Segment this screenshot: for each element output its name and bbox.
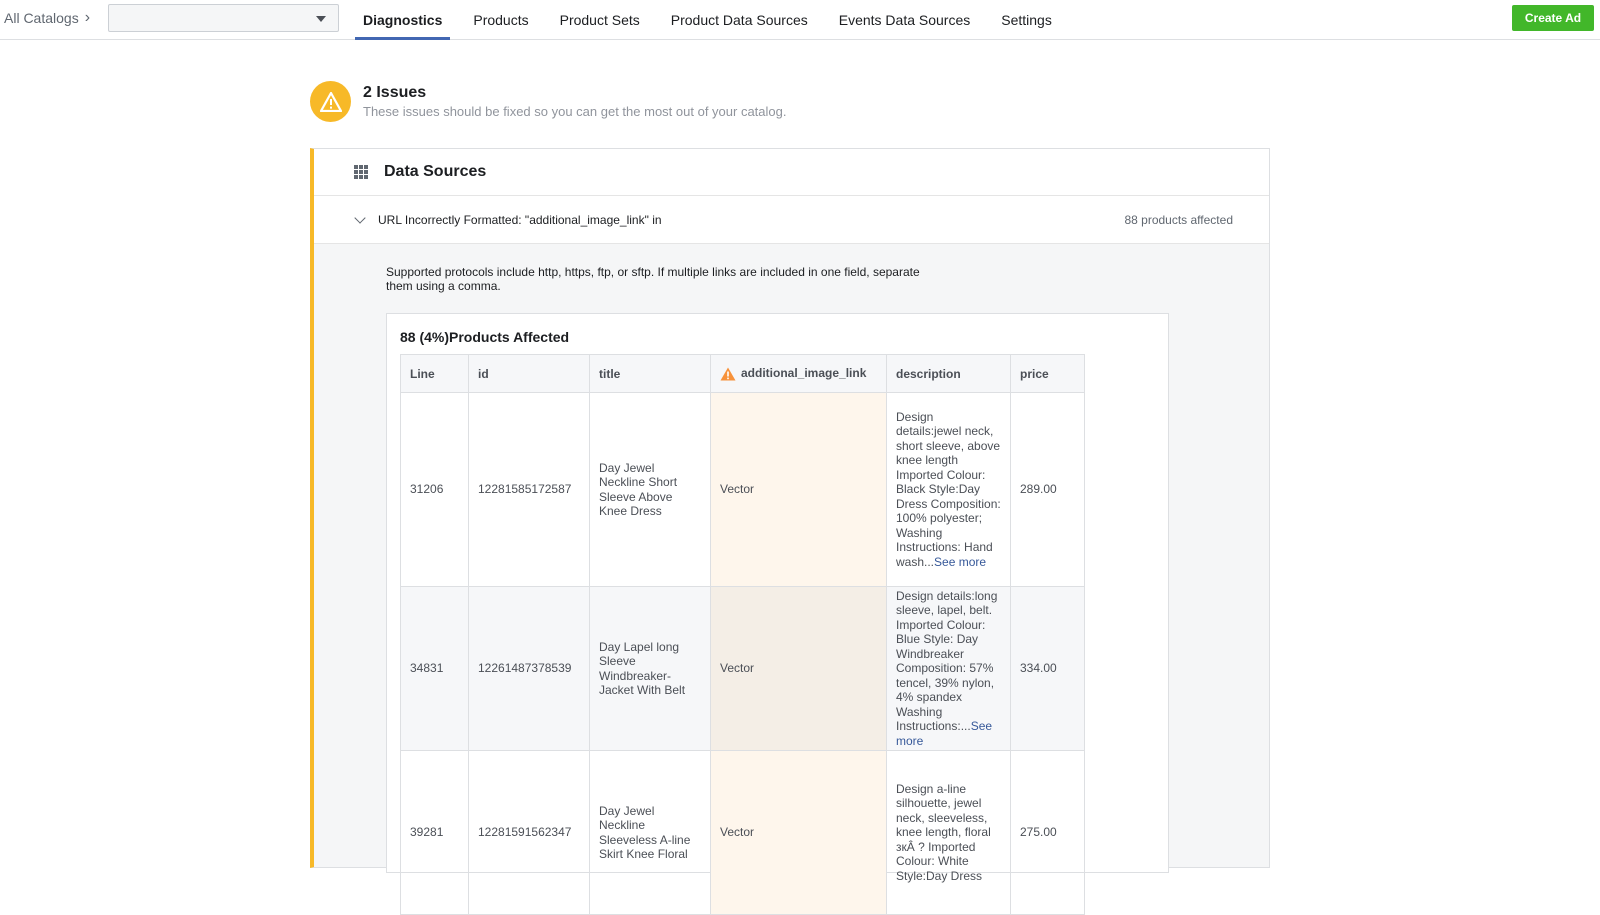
cell-description: Design a-line silhouette, jewel neck, sl… xyxy=(886,750,1011,915)
warning-icon xyxy=(720,367,736,381)
affected-count: 88 products affected xyxy=(1124,213,1233,227)
cell-additional-image-link: Vector xyxy=(710,392,887,587)
tab-product-sets[interactable]: Product Sets xyxy=(552,0,648,40)
panel-header: Data Sources xyxy=(314,149,1269,196)
cell-id: 12281591562347 xyxy=(468,750,590,915)
column-header-additional-image-link: additional_image_link xyxy=(710,354,887,393)
cell-price: 289.00 xyxy=(1010,392,1085,587)
cell-title: Day Jewel Neckline Short Sleeve Above Kn… xyxy=(589,392,711,587)
cell-line: 39281 xyxy=(400,750,469,915)
cell-description: Design details:long sleeve, lapel, belt.… xyxy=(886,586,1011,751)
warning-icon xyxy=(310,81,351,122)
cell-price: 275.00 xyxy=(1010,750,1085,915)
cell-price: 334.00 xyxy=(1010,586,1085,751)
column-header-id: id xyxy=(468,354,590,393)
cell-additional-image-link: Vector xyxy=(710,750,887,915)
column-header-price: price xyxy=(1010,354,1085,393)
issues-title: 2 Issues xyxy=(363,84,427,101)
issue-row[interactable]: URL Incorrectly Formatted: "additional_i… xyxy=(314,196,1269,244)
description-text: Design details:long sleeve, lapel, belt.… xyxy=(896,588,998,734)
affected-products-card: 88 (4%)Products Affected Line id title a… xyxy=(386,313,1169,915)
tab-diagnostics[interactable]: Diagnostics xyxy=(355,0,451,40)
tab-products[interactable]: Products xyxy=(465,0,536,40)
table-row: 34831 12261487378539 Day Lapel long Slee… xyxy=(400,586,1085,751)
cell-line: 34831 xyxy=(400,586,469,751)
top-bar: All Catalogs › Diagnostics Products Prod… xyxy=(0,0,1600,40)
cell-line: 31206 xyxy=(400,392,469,587)
cell-additional-image-link: Vector xyxy=(710,586,887,751)
affected-products-table: Line id title additional_image_link desc… xyxy=(400,354,1085,915)
column-header-title: title xyxy=(589,354,711,393)
column-header-label: additional_image_link xyxy=(741,366,867,381)
chevron-right-icon: › xyxy=(84,9,91,26)
tab-settings[interactable]: Settings xyxy=(993,0,1060,40)
issues-subtitle: These issues should be fixed so you can … xyxy=(363,104,787,119)
breadcrumb-all-catalogs[interactable]: All Catalogs xyxy=(4,10,79,26)
caret-down-icon[interactable] xyxy=(316,16,326,22)
column-header-description: description xyxy=(886,354,1011,393)
grid-icon xyxy=(354,165,368,179)
card-title: 88 (4%)Products Affected xyxy=(400,329,570,345)
tab-bar: Diagnostics Products Product Sets Produc… xyxy=(355,0,1075,40)
issue-description: Supported protocols include http, https,… xyxy=(386,265,920,293)
cell-title: Day Jewel Neckline Sleeveless A-line Ski… xyxy=(589,750,711,915)
cell-id: 12281585172587 xyxy=(468,392,590,587)
create-ad-button[interactable]: Create Ad xyxy=(1512,5,1594,31)
tab-events-data-sources[interactable]: Events Data Sources xyxy=(831,0,979,40)
cell-description: Design details:jewel neck, short sleeve,… xyxy=(886,392,1011,587)
see-more-link[interactable]: See more xyxy=(934,555,986,569)
catalog-select[interactable] xyxy=(108,4,339,32)
chevron-down-icon[interactable] xyxy=(354,211,366,224)
cell-id: 12261487378539 xyxy=(468,586,590,751)
data-sources-panel: Data Sources URL Incorrectly Formatted: … xyxy=(310,148,1270,915)
table-header-row: Line id title additional_image_link desc… xyxy=(400,354,1085,393)
issues-summary: 2 Issues These issues should be fixed so… xyxy=(310,81,786,122)
description-text: Design details:jewel neck, short sleeve,… xyxy=(896,409,1001,569)
tab-product-data-sources[interactable]: Product Data Sources xyxy=(663,0,816,40)
column-header-line: Line xyxy=(400,354,469,393)
table-row: 39281 12281591562347 Day Jewel Neckline … xyxy=(400,750,1085,915)
breadcrumb[interactable]: All Catalogs › xyxy=(4,9,90,27)
panel-title: Data Sources xyxy=(384,163,487,180)
issue-title: URL Incorrectly Formatted: "additional_i… xyxy=(378,212,662,227)
cell-title: Day Lapel long Sleeve Windbreaker-Jacket… xyxy=(589,586,711,751)
table-row: 31206 12281585172587 Day Jewel Neckline … xyxy=(400,392,1085,587)
